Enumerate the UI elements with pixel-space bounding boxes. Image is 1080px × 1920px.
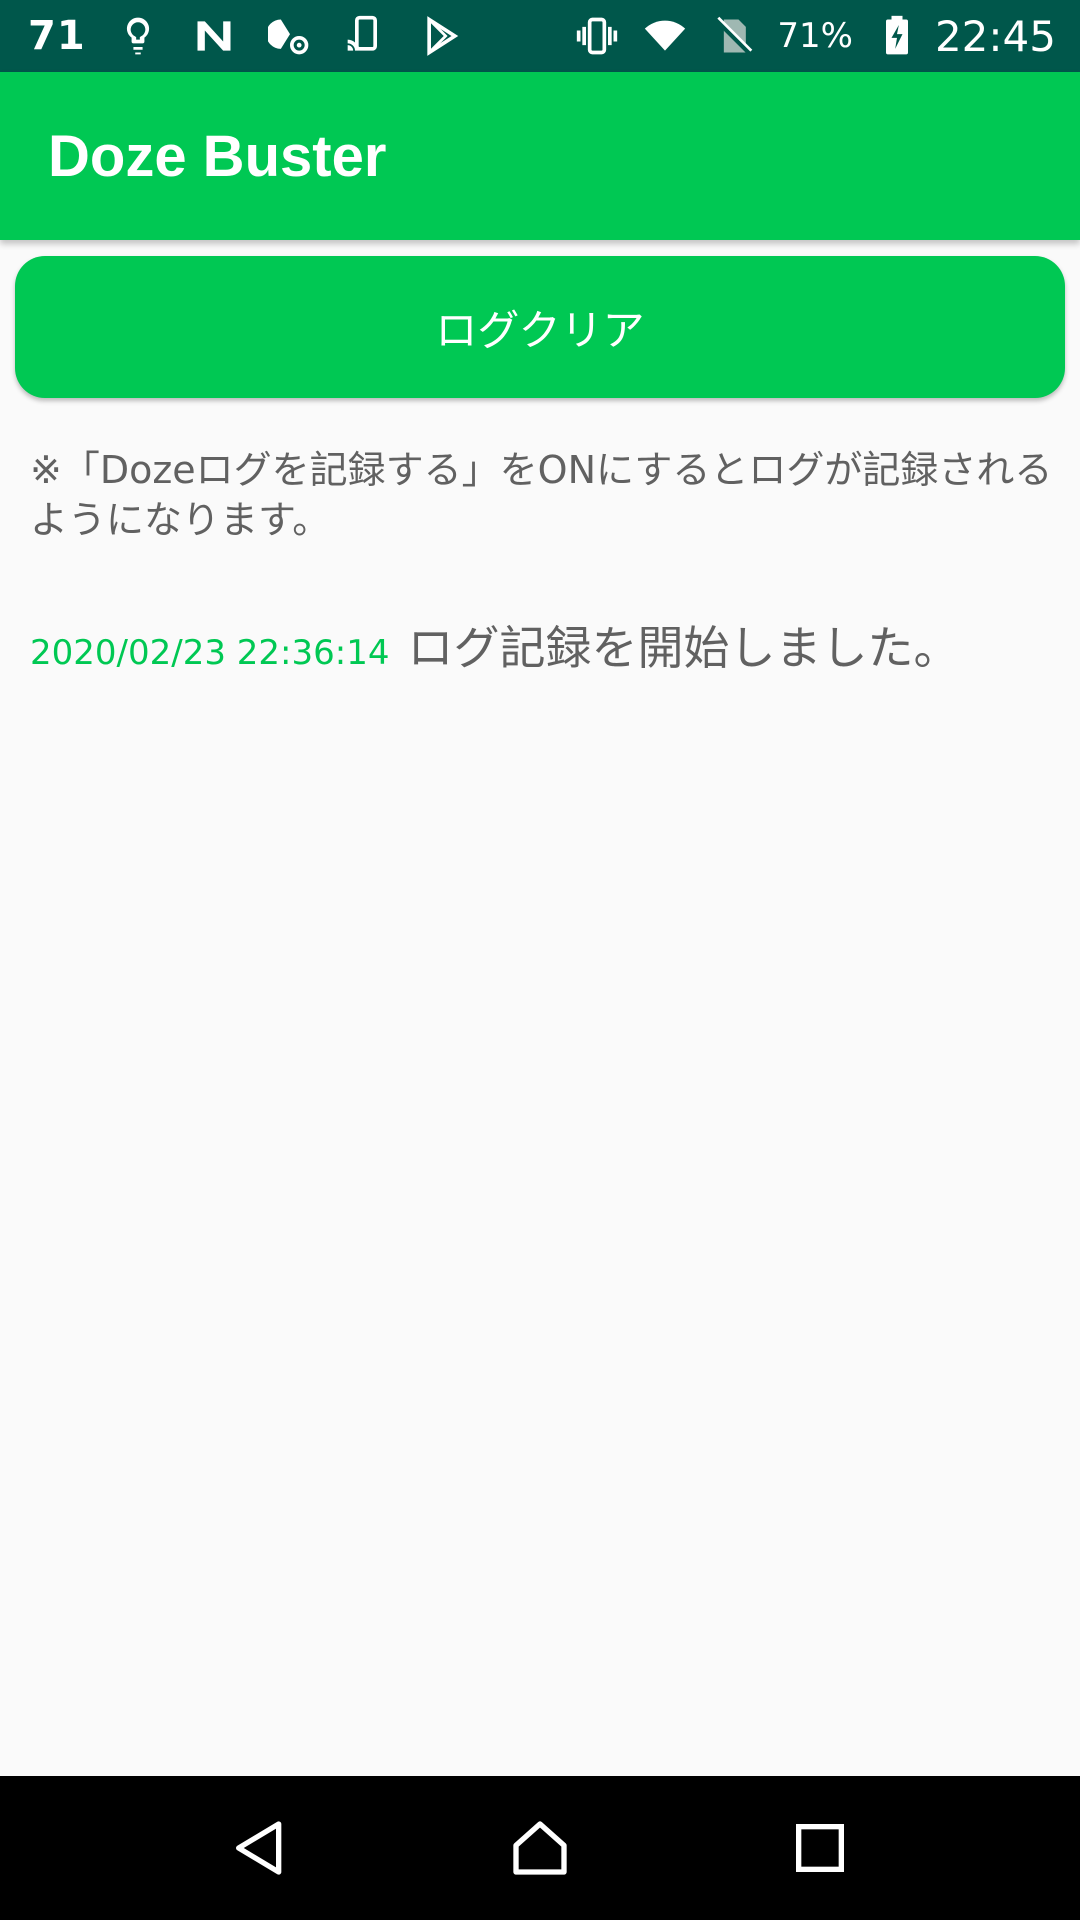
log-entry: 2020/02/23 22:36:14 ログ記録を開始しました。 [30, 612, 1060, 678]
app-bar: Doze Buster [0, 72, 1080, 240]
play-store-icon [418, 12, 466, 60]
log-timestamp: 2020/02/23 22:36:14 [30, 633, 390, 673]
battery-percent: 71% [777, 16, 853, 56]
info-note: ※「Dozeログを記録する」をONにするとログが記録されるようになります。 [30, 448, 1053, 542]
log-message: ログ記録を開始しました。 [407, 621, 960, 675]
status-bar-left: 71 [28, 12, 494, 60]
screen: 71 71% 22:45 Doze Buster ログクリア ※「Dozeログを… [0, 0, 1080, 1920]
back-button[interactable] [212, 1800, 308, 1896]
clock: 22:45 [934, 11, 1056, 61]
main-content: ログクリア ※「Dozeログを記録する」をONにするとログが記録されるようになり… [0, 240, 1080, 1776]
back-triangle-icon [236, 1821, 282, 1875]
home-icon [513, 1821, 567, 1875]
vibrate-icon [573, 12, 621, 60]
battery-charging-icon [873, 12, 921, 60]
no-sim-icon [709, 12, 757, 60]
settings-gear-icon [266, 12, 314, 60]
app-title: Doze Buster [48, 123, 387, 189]
clear-log-button[interactable]: ログクリア [15, 256, 1065, 398]
status-bar: 71 71% 22:45 [0, 0, 1080, 72]
navigation-bar [0, 1776, 1080, 1920]
status-bar-right: 71% 22:45 [553, 12, 1056, 61]
home-button[interactable] [492, 1800, 588, 1896]
recents-square-icon [796, 1824, 844, 1872]
lightbulb-icon [114, 12, 162, 60]
cast-icon [342, 12, 390, 60]
n-logo-icon [190, 12, 238, 60]
wifi-icon [641, 12, 689, 60]
recents-button[interactable] [772, 1800, 868, 1896]
notification-count: 71 [28, 13, 86, 59]
